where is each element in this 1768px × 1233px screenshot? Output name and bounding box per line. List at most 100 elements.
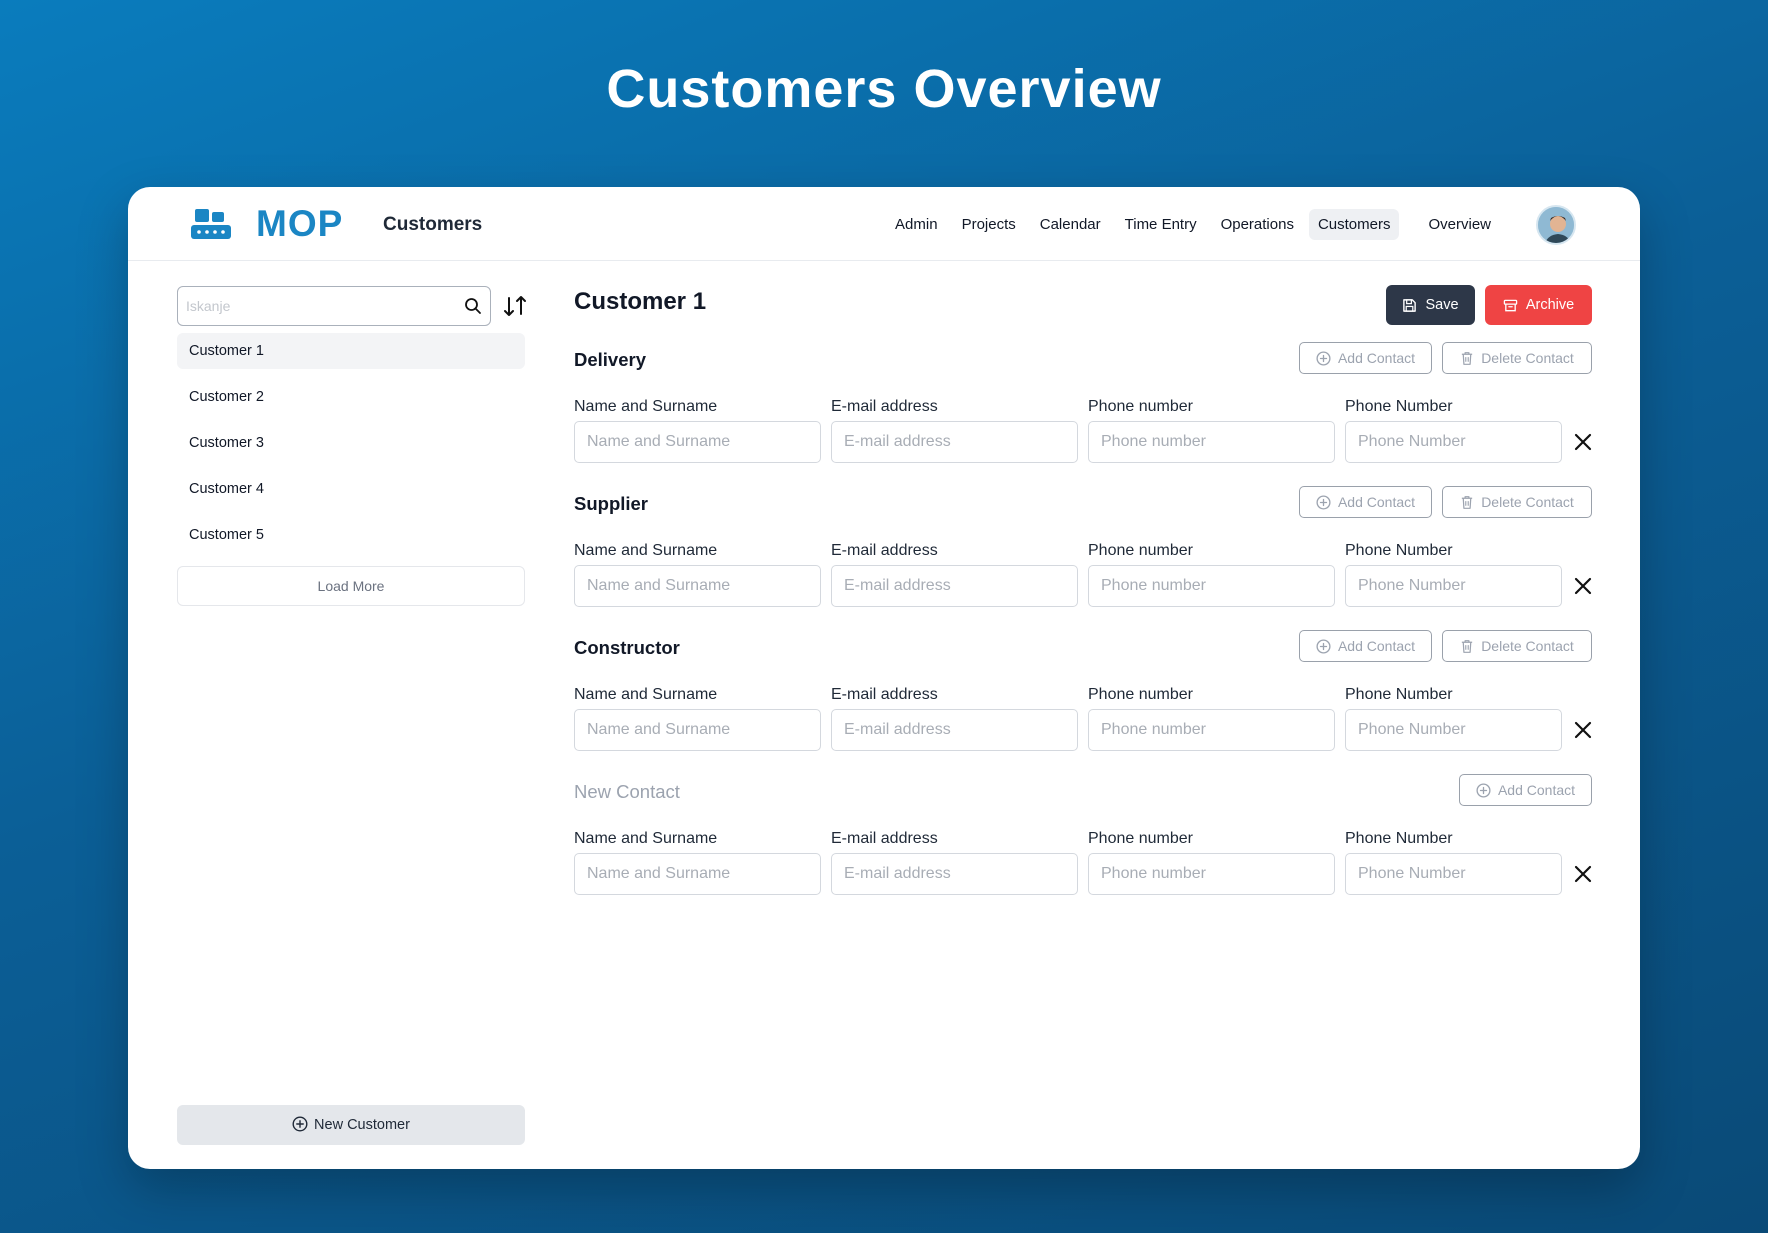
logo-icon [191, 209, 231, 239]
email-input[interactable] [831, 853, 1078, 895]
search-box [177, 286, 491, 326]
phone-label: Phone number [1088, 686, 1193, 703]
customer-list-item[interactable]: Customer 3 [177, 425, 525, 461]
save-button[interactable]: Save [1386, 285, 1475, 325]
email-label: E-mail address [831, 686, 938, 703]
name-input[interactable] [574, 709, 821, 751]
save-icon [1403, 298, 1417, 312]
nav-calendar[interactable]: Calendar [1031, 209, 1110, 240]
email-input[interactable] [831, 565, 1078, 607]
phone2-input[interactable] [1345, 853, 1562, 895]
add-contact-button[interactable]: Add Contact [1299, 342, 1432, 374]
customer-list-item[interactable]: Customer 5 [177, 517, 525, 553]
page-title: Customers Overview [606, 59, 1162, 119]
close-icon[interactable] [1574, 577, 1592, 595]
customer-list-item[interactable]: Customer 2 [177, 379, 525, 415]
plus-circle-icon [292, 1116, 308, 1132]
plus-circle-icon [1316, 350, 1331, 366]
customer-list-item[interactable]: Customer 4 [177, 471, 525, 507]
email-label: E-mail address [831, 398, 938, 415]
new-customer-label: New Customer [314, 1117, 410, 1133]
contact-section-constructor: Constructor Add Contact Delete Contact N… [574, 630, 1592, 780]
plus-circle-icon [1316, 494, 1331, 510]
app-window: MOP Customers Admin Projects Calendar Ti… [128, 187, 1640, 1169]
customer-list: Customer 1 Customer 2 Customer 3 Custome… [177, 333, 525, 563]
phone-label: Phone number [1088, 398, 1193, 415]
archive-icon [1503, 299, 1518, 311]
close-icon[interactable] [1574, 721, 1592, 739]
main-nav: Admin Projects Calendar Time Entry Opera… [886, 209, 1500, 240]
delete-contact-button[interactable]: Delete Contact [1442, 630, 1592, 662]
sort-icon[interactable] [502, 292, 528, 320]
delete-contact-label: Delete Contact [1481, 350, 1574, 366]
name-label: Name and Surname [574, 398, 718, 415]
customer-title: Customer 1 [574, 288, 707, 315]
nav-admin[interactable]: Admin [886, 209, 947, 240]
customer-list-item[interactable]: Customer 1 [177, 333, 525, 369]
phone-input[interactable] [1088, 421, 1335, 463]
new-customer-button[interactable]: New Customer [177, 1105, 525, 1145]
nav-time-entry[interactable]: Time Entry [1116, 209, 1206, 240]
save-label: Save [1425, 297, 1459, 313]
name-label: Name and Surname [574, 686, 718, 703]
add-contact-button[interactable]: Add Contact [1299, 486, 1432, 518]
email-label: E-mail address [831, 830, 938, 847]
archive-label: Archive [1525, 297, 1575, 313]
close-icon[interactable] [1574, 865, 1592, 883]
delete-contact-button[interactable]: Delete Contact [1442, 486, 1592, 518]
phone-input[interactable] [1088, 565, 1335, 607]
search-icon[interactable] [464, 297, 482, 315]
name-input[interactable] [574, 421, 821, 463]
load-more-button[interactable]: Load More [177, 566, 525, 606]
phone2-label: Phone Number [1345, 542, 1453, 559]
nav-overview[interactable]: Overview [1419, 209, 1500, 240]
phone2-label: Phone Number [1345, 830, 1453, 847]
name-label: Name and Surname [574, 542, 718, 559]
section-title: Supplier [574, 493, 649, 514]
phone-input[interactable] [1088, 709, 1335, 751]
email-label: E-mail address [831, 542, 938, 559]
phone-input[interactable] [1088, 853, 1335, 895]
nav-operations[interactable]: Operations [1212, 209, 1303, 240]
contact-section-delivery: Delivery Add Contact Delete Contact Name… [574, 342, 1592, 492]
contact-section-supplier: Supplier Add Contact Delete Contact Name… [574, 486, 1592, 636]
plus-circle-icon [1316, 638, 1331, 654]
logo-text: MOP [256, 203, 344, 244]
phone-label: Phone number [1088, 830, 1193, 847]
name-input[interactable] [574, 853, 821, 895]
name-label: Name and Surname [574, 830, 718, 847]
close-icon[interactable] [1574, 433, 1592, 451]
phone2-input[interactable] [1345, 421, 1562, 463]
delete-contact-label: Delete Contact [1481, 494, 1574, 510]
add-contact-label: Add Contact [1337, 494, 1416, 510]
delete-contact-label: Delete Contact [1481, 638, 1574, 654]
nav-customers[interactable]: Customers [1308, 209, 1400, 240]
trash-icon [1462, 639, 1473, 653]
phone-label: Phone number [1088, 542, 1193, 559]
section-title: New Contact [574, 781, 680, 802]
phone2-label: Phone Number [1345, 398, 1453, 415]
top-bar: MOP Customers Admin Projects Calendar Ti… [128, 187, 1640, 261]
delete-contact-button[interactable]: Delete Contact [1442, 342, 1592, 374]
trash-icon [1462, 495, 1473, 509]
contact-section-new: New Contact Add Contact Name and Surname… [574, 774, 1592, 924]
search-input[interactable] [178, 287, 448, 325]
plus-circle-icon [1476, 782, 1491, 798]
add-contact-button[interactable]: Add Contact [1299, 630, 1432, 662]
avatar-image-icon [1538, 207, 1574, 243]
email-input[interactable] [831, 709, 1078, 751]
email-input[interactable] [831, 421, 1078, 463]
add-contact-label: Add Contact [1337, 638, 1416, 654]
nav-projects[interactable]: Projects [953, 209, 1025, 240]
user-avatar[interactable] [1536, 205, 1576, 245]
add-contact-button[interactable]: Add Contact [1459, 774, 1592, 806]
name-input[interactable] [574, 565, 821, 607]
phone2-input[interactable] [1345, 565, 1562, 607]
phone2-input[interactable] [1345, 709, 1562, 751]
add-contact-label: Add Contact [1337, 350, 1416, 366]
add-contact-label: Add Contact [1497, 782, 1576, 798]
archive-button[interactable]: Archive [1485, 285, 1592, 325]
section-title: Delivery [574, 349, 646, 370]
section-title: Constructor [574, 637, 680, 658]
phone2-label: Phone Number [1345, 686, 1453, 703]
